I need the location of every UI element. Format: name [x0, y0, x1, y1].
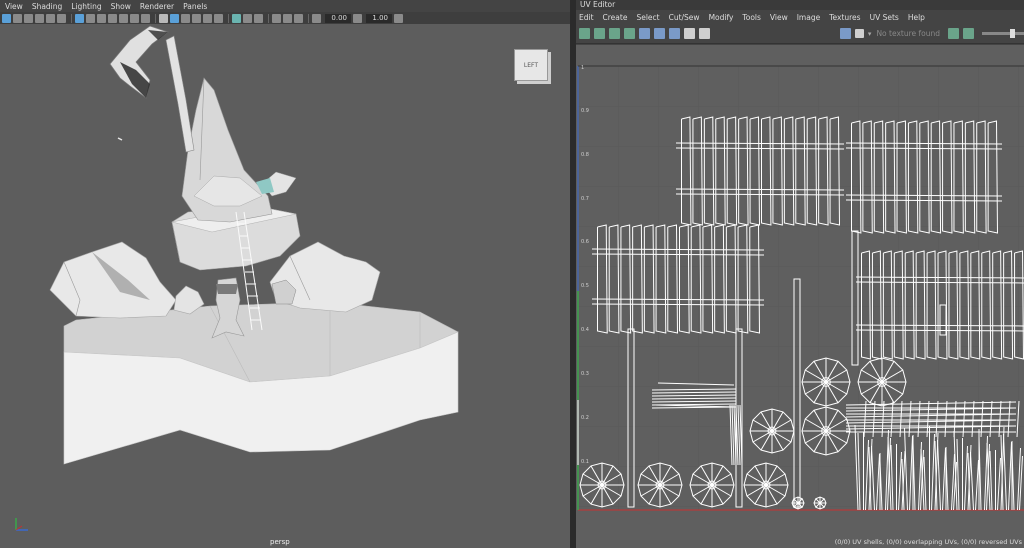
menu-view[interactable]: View [5, 2, 23, 11]
uv-backface-icon[interactable] [594, 28, 605, 39]
use-lights-icon[interactable] [203, 13, 212, 23]
uv-canvas[interactable]: 1 0.9 0.8 0.7 0.6 0.5 0.4 0.3 0.2 0.1 [576, 45, 1024, 548]
viewport-panel: View Shading Lighting Show Renderer Pane… [0, 0, 570, 548]
view-cube[interactable]: LEFT [514, 49, 548, 81]
gamma-field[interactable]: 1.00 [366, 13, 392, 23]
image-display-icon[interactable] [839, 28, 851, 39]
uv-shade-icon[interactable] [684, 28, 695, 39]
smooth-shade-icon[interactable] [170, 13, 179, 23]
viewcube-label: LEFT [523, 61, 539, 69]
bookmark-icon[interactable] [24, 13, 33, 23]
wireframe-icon[interactable] [159, 13, 168, 23]
menu-show[interactable]: Show [111, 2, 131, 11]
xray-joints-icon[interactable] [254, 13, 263, 23]
viewport-menubar: View Shading Lighting Show Renderer Pane… [0, 0, 570, 12]
menu-shading[interactable]: Shading [32, 2, 62, 11]
anti-aliasing-icon[interactable] [283, 13, 292, 23]
uv-editor-title: UV Editor [576, 0, 1024, 10]
menu-renderer[interactable]: Renderer [140, 2, 174, 11]
uv-grid-icon[interactable] [639, 28, 650, 39]
color-management-icon[interactable] [394, 13, 403, 23]
exposure-uv-icon[interactable] [963, 28, 974, 39]
grid-icon[interactable] [75, 13, 84, 23]
uv-menu-uv-sets[interactable]: UV Sets [870, 13, 899, 22]
gate-mask-icon[interactable] [108, 13, 117, 23]
select-camera-icon[interactable] [2, 13, 11, 23]
menu-panels[interactable]: Panels [183, 2, 207, 11]
safe-action-icon[interactable] [130, 13, 139, 23]
safe-title-icon[interactable] [141, 13, 150, 23]
camera-label: persp [270, 538, 290, 546]
v-tick: 1 [581, 65, 585, 71]
image-plane-icon[interactable] [35, 13, 44, 23]
refresh-texture-icon[interactable] [948, 28, 959, 39]
depth-of-field-icon[interactable] [294, 13, 303, 23]
checker-icon[interactable] [854, 29, 864, 38]
uv-pixel-snap-icon[interactable] [654, 28, 665, 39]
uv-menu-edit[interactable]: Edit [579, 13, 594, 22]
isolate-select-icon[interactable] [232, 13, 241, 23]
lock-camera-icon[interactable] [13, 13, 22, 23]
uv-menubar: Edit Create Select Cut/Sew Modify Tools … [576, 10, 1024, 24]
uv-shell-icon[interactable] [579, 28, 590, 39]
uv-menu-image[interactable]: Image [797, 13, 821, 22]
wireframe-on-shaded-icon[interactable] [181, 13, 190, 23]
chevron-down-icon[interactable]: ▾ [868, 30, 872, 38]
uv-edge-icon[interactable] [609, 28, 620, 39]
texture-exposure-slider[interactable] [982, 29, 1024, 38]
uv-menu-help[interactable]: Help [908, 13, 925, 22]
uv-distortion-icon[interactable] [624, 28, 635, 39]
uv-editor-panel: UV Editor Edit Create Select Cut/Sew Mod… [576, 0, 1024, 548]
film-gate-icon[interactable] [86, 13, 95, 23]
viewport-toolbar: 0.00 1.00 [0, 12, 570, 24]
uv-menu-tools[interactable]: Tools [742, 13, 760, 22]
exposure-field[interactable]: 0.00 [325, 13, 351, 23]
uv-menu-cut-sew[interactable]: Cut/Sew [669, 13, 700, 22]
2d-pan-zoom-icon[interactable] [46, 13, 55, 23]
v-tick: 0.9 [581, 108, 589, 114]
shadows-icon[interactable] [214, 13, 223, 23]
uv-status-bar: (0/0) UV shells, (0/0) overlapping UVs, … [834, 538, 1022, 546]
uv-dim-image-icon[interactable] [669, 28, 680, 39]
camera-icon[interactable] [699, 28, 710, 39]
resolution-gate-icon[interactable] [97, 13, 106, 23]
slider-knob[interactable] [1010, 29, 1015, 38]
crane-arm [165, 35, 195, 153]
v-tick: 0.2 [581, 415, 589, 421]
v-tick: 0.7 [581, 196, 589, 202]
uv-layout[interactable] [576, 45, 1024, 548]
ambient-occlusion-icon[interactable] [272, 13, 281, 23]
uv-menu-modify[interactable]: Modify [709, 13, 734, 22]
uv-menu-select[interactable]: Select [636, 13, 659, 22]
v-tick: 0.4 [581, 327, 589, 333]
v-tick: 0.6 [581, 239, 589, 245]
uv-toolbar: ▾ No texture found [576, 24, 1024, 44]
menu-lighting[interactable]: Lighting [71, 2, 101, 11]
v-tick: 0.1 [581, 459, 589, 465]
gamma-icon[interactable] [353, 13, 362, 23]
uv-menu-view[interactable]: View [770, 13, 788, 22]
field-chart-icon[interactable] [119, 13, 128, 23]
texture-selector[interactable]: No texture found [876, 29, 940, 38]
textured-icon[interactable] [192, 13, 201, 23]
v-tick: 0.5 [581, 283, 589, 289]
grease-pencil-icon[interactable] [57, 13, 66, 23]
axis-gizmo-icon [15, 518, 28, 531]
exposure-icon[interactable] [312, 13, 321, 23]
xray-icon[interactable] [243, 13, 252, 23]
v-tick: 0.8 [581, 152, 589, 158]
v-tick: 0.3 [581, 371, 589, 377]
uv-menu-create[interactable]: Create [603, 13, 628, 22]
scene-view[interactable] [0, 24, 570, 548]
uv-menu-textures[interactable]: Textures [829, 13, 860, 22]
